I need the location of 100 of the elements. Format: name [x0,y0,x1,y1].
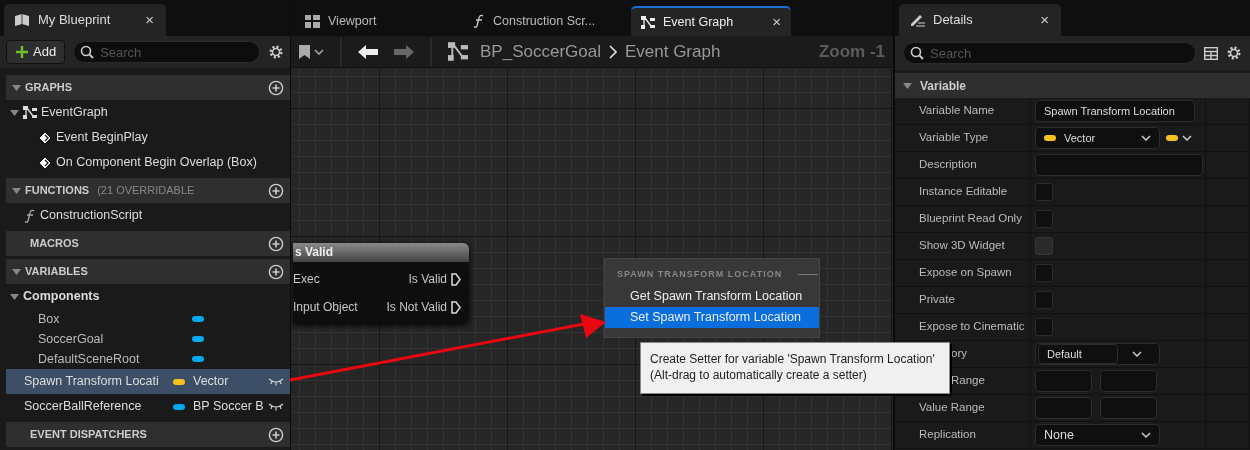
range-max-field[interactable] [1100,370,1157,392]
close-button[interactable]: × [1040,8,1049,32]
property-label: ory [951,346,967,362]
tab-title: Details [933,11,973,30]
editor-tab[interactable]: Viewport [295,6,455,36]
close-button[interactable]: × [772,10,781,34]
tree-item[interactable]: SoccerGoal [6,329,290,349]
chevron-down-icon[interactable] [1132,351,1142,357]
text-field[interactable]: Spawn Transform Location [1035,100,1195,122]
menu-heading: SPAWN TRANSFORM LOCATION [617,268,783,281]
add-icon[interactable] [268,79,284,96]
property-label: Expose on Spawn [919,265,1012,281]
search-field[interactable]: Search [73,41,260,63]
range-min-field[interactable] [1035,370,1092,392]
bookmark-icon[interactable] [299,44,310,59]
function-icon [473,14,485,28]
eye-closed-icon[interactable] [268,402,284,411]
expand-arrow-icon[interactable] [12,84,21,91]
pin-label: Is Not Valid [386,299,447,316]
tree-item[interactable]: On Component Begin Overlap (Box) [6,150,290,175]
function-icon [24,208,36,223]
plus-icon [15,45,29,59]
eye-closed-icon[interactable] [268,377,284,386]
viewport-icon [305,14,320,28]
tree-item[interactable]: EventGraph [6,100,290,125]
search-field[interactable]: Search [903,42,1196,64]
section-header[interactable]: FUNCTIONS (21 OVERRIDABLE [6,178,290,203]
add-icon[interactable] [268,182,284,199]
table-icon[interactable] [1204,46,1218,60]
checkbox[interactable] [1035,264,1053,282]
node-title: s Valid [293,243,469,262]
property-label: Private [919,292,955,308]
range-max-field[interactable] [1100,397,1157,419]
chevron-down-icon[interactable] [1182,135,1192,141]
section-header[interactable]: VARIABLES [6,259,290,284]
graph-node[interactable]: s Valid Exec Is Valid Input Object Is Not Valid [293,243,469,323]
expand-arrow-icon[interactable] [903,82,912,89]
tree-item[interactable]: DefaultSceneRoot [6,349,290,369]
property-label: Variable Type [919,130,989,146]
back-arrow-icon[interactable] [358,44,378,59]
category-combo[interactable]: Default [1035,343,1160,365]
property-label: Range [951,373,985,389]
breadcrumb-item[interactable]: Event Graph [624,38,721,65]
tree-item[interactable]: SoccerBallReference BP Soccer B [6,394,290,419]
range-min-field[interactable] [1035,397,1092,419]
menu-item[interactable]: Set Spawn Transform Location [605,306,819,328]
editor-tab[interactable]: Construction Scr... [463,6,623,36]
section-title: VARIABLES [25,264,88,280]
add-icon[interactable] [268,263,284,280]
graph-icon [641,15,655,29]
close-button[interactable]: × [145,8,154,32]
property-label: Expose to Cinematic [919,319,1025,335]
expand-arrow-icon[interactable] [10,109,19,116]
add-icon[interactable] [268,426,284,443]
settings-icon[interactable] [1226,45,1242,61]
section-header[interactable]: Variable [895,73,1250,98]
chevron-down-icon[interactable] [314,48,324,55]
tree-item[interactable]: Components [6,284,290,309]
property-label: Replication [919,427,976,443]
chevron-down-icon[interactable] [1141,135,1151,141]
checkbox[interactable] [1035,318,1053,336]
section-header[interactable]: MACROS [6,231,290,256]
add-icon[interactable] [268,235,284,252]
dropdown[interactable]: None [1035,424,1160,446]
add-button[interactable]: Add [6,40,66,64]
tree-item[interactable]: Box [6,309,290,329]
tree-item[interactable]: Event BeginPlay [6,125,290,150]
chevron-right-icon[interactable] [608,44,617,59]
section-header[interactable]: GRAPHS [6,75,290,100]
chevron-down-icon[interactable] [1141,432,1151,438]
diamond-icon [38,130,52,145]
checkbox[interactable] [1035,210,1053,228]
exec-pin-icon[interactable] [451,300,461,314]
panel-tab[interactable]: Details × [899,4,1061,36]
expand-arrow-icon[interactable] [10,293,19,300]
property-label: Instance Editable [919,184,1008,200]
section-title: MACROS [30,236,79,252]
breadcrumb-item[interactable]: BP_SoccerGoal [480,38,601,65]
exec-pin-icon[interactable] [451,272,461,286]
tree-item[interactable]: ConstructionScript [6,203,290,228]
menu-item[interactable]: Get Spawn Transform Location [605,285,819,307]
panel-tab[interactable]: My Blueprint × [4,4,166,36]
property-label: Show 3D Widget [919,238,1005,254]
graph-icon [23,106,37,119]
editor-tab[interactable]: Event Graph × [631,6,791,36]
type-dropdown[interactable]: Vector [1035,127,1160,149]
text-field[interactable] [1035,154,1203,176]
expand-arrow-icon[interactable] [12,187,21,194]
pin-label: Input Object [293,299,358,316]
property-label: Value Range [919,400,985,416]
graph-icon [448,42,468,61]
section-title: FUNCTIONS [25,183,90,199]
settings-icon[interactable] [268,44,284,60]
checkbox[interactable] [1035,183,1053,201]
pin-label: Is Valid [408,271,447,288]
checkbox[interactable] [1035,291,1053,309]
expand-arrow-icon[interactable] [12,268,21,275]
container-type-dropdown[interactable] [1166,135,1192,141]
tree-item[interactable]: Spawn Transform Locati Vector [6,369,290,394]
section-header[interactable]: EVENT DISPATCHERS [6,422,290,447]
